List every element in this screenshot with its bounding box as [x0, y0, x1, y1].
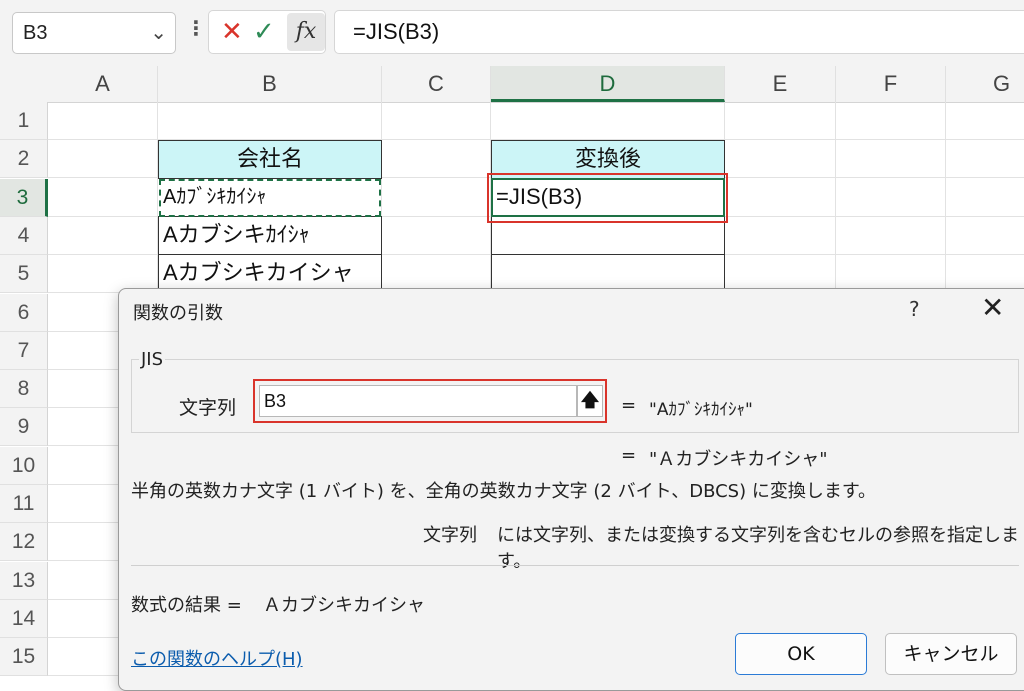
argument-description-name: 文字列 [423, 525, 477, 546]
close-icon[interactable]: ✕ [981, 291, 1004, 324]
argument-highlight-box: B3 🡅 [253, 379, 607, 423]
formula-text: =JIS(B3) [353, 19, 440, 44]
column-headers: ABCDEFG [0, 66, 1024, 103]
argument-label: 文字列 [179, 397, 237, 419]
insert-function-icon[interactable]: fx [287, 13, 325, 51]
row-header-13[interactable]: 13 [0, 561, 48, 600]
collapse-dialog-icon[interactable]: 🡅 [577, 385, 603, 417]
formula-input[interactable]: =JIS(B3) [334, 10, 1024, 54]
argument-input[interactable]: B3 [259, 385, 577, 417]
row-header-2[interactable]: 2 [0, 140, 48, 179]
cell-b2[interactable]: 会社名 [158, 140, 382, 179]
function-name: JIS [139, 349, 166, 370]
column-header-b[interactable]: B [158, 66, 382, 102]
cancel-button[interactable]: キャンセル [885, 633, 1017, 675]
cell-b4[interactable]: Aカブシキｶｲｼｬ [158, 216, 382, 255]
row-header-3[interactable]: 3 [0, 178, 48, 217]
row-header-1[interactable]: 1 [0, 102, 48, 140]
cancel-icon[interactable]: ✕ [221, 17, 243, 47]
formula-result-label: 数式の結果 = [131, 595, 242, 616]
formula-result-value: Ａカブシキカイシャ [263, 595, 425, 616]
column-header-c[interactable]: C [382, 66, 491, 102]
result-equals: = [621, 445, 637, 466]
row-header-15[interactable]: 15 [0, 638, 48, 677]
dialog-title: 関数の引数 [133, 303, 223, 324]
column-header-f[interactable]: F [836, 66, 946, 102]
row-header-12[interactable]: 12 [0, 523, 48, 562]
ok-button[interactable]: OK [735, 633, 867, 675]
column-header-g[interactable]: G [946, 66, 1024, 102]
function-description: 半角の英数カナ文字 (1 バイト) を、全角の英数カナ文字 (2 バイト、DBC… [131, 481, 877, 502]
name-box-value: B3 [23, 22, 48, 44]
cell-highlight-box [487, 173, 728, 223]
result-preview: "Ａカブシキカイシャ" [649, 449, 828, 470]
enter-icon[interactable]: ✓ [253, 17, 275, 47]
function-help-link[interactable]: この関数のヘルプ(H) [131, 645, 303, 671]
row-header-10[interactable]: 10 [0, 446, 48, 485]
help-icon[interactable]: ? [909, 297, 920, 321]
argument-result: "Aｶﾌﾞｼｷｶｲｼｬ" [649, 400, 753, 420]
row-header-8[interactable]: 8 [0, 370, 48, 409]
row-header-5[interactable]: 5 [0, 255, 48, 294]
name-box[interactable]: B3 ⌄ [12, 12, 176, 54]
dialog-separator [131, 565, 1019, 566]
row-header-14[interactable]: 14 [0, 599, 48, 638]
column-header-a[interactable]: A [48, 66, 158, 102]
more-options-icon[interactable]: ⋮ [186, 16, 206, 40]
row-header-7[interactable]: 7 [0, 331, 48, 370]
row-header-4[interactable]: 4 [0, 216, 48, 255]
formula-buttons: ✕ ✓ fx [208, 10, 326, 54]
copy-marquee [159, 179, 381, 217]
column-header-e[interactable]: E [725, 66, 836, 102]
row-header-11[interactable]: 11 [0, 485, 48, 523]
function-arguments-dialog: 関数の引数 ? ✕ JIS 文字列 B3 🡅 = "Aｶﾌﾞｼｷｶｲｼｬ" = … [118, 288, 1024, 691]
row-header-9[interactable]: 9 [0, 408, 48, 447]
column-header-d[interactable]: D [491, 66, 725, 102]
argument-equals: = [621, 395, 637, 416]
chevron-down-icon[interactable]: ⌄ [150, 20, 167, 44]
formula-bar: B3 ⌄ ⋮ ✕ ✓ fx =JIS(B3) [0, 0, 1024, 66]
row-header-6[interactable]: 6 [0, 293, 48, 332]
